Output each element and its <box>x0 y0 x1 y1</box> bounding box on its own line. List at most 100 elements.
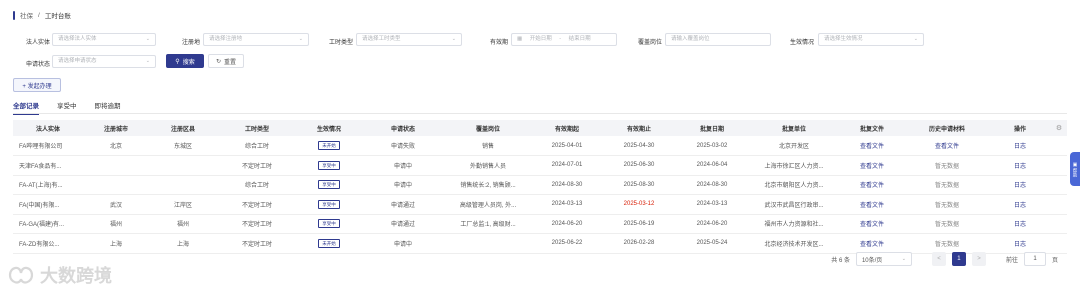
watermark-text: 大数跨境 <box>40 266 112 286</box>
approval-unit-value: 武汉市武昌区行政审... <box>764 202 824 209</box>
valid-to-value: 2025-03-12 <box>623 201 655 208</box>
work-type-value: 不定时工时 <box>241 163 272 170</box>
validity-date-range[interactable]: ▦ 开始日期 - 结束日期 <box>511 33 617 46</box>
col-actions: 操作 <box>1013 126 1026 133</box>
cell-approval-file[interactable]: 查看文件 <box>839 195 905 215</box>
col-valid-to: 有效期止 <box>626 126 651 133</box>
watermark: 大数跨境 <box>6 262 112 288</box>
actions-value[interactable]: 日志 <box>1014 222 1026 228</box>
approval-unit-value: 上海市徐汇区人力资... <box>764 163 824 170</box>
page-size-value: 10条/页 <box>861 257 883 264</box>
approval-file-value[interactable]: 查看文件 <box>860 144 884 150</box>
cell-district: 福州 <box>149 214 217 234</box>
col-approval-date: 批复日期 <box>699 126 724 133</box>
effective-status-label: 生效情况 <box>789 40 814 46</box>
position-input[interactable]: 请输入覆盖岗位 <box>665 33 771 46</box>
column-settings[interactable]: ⚙ <box>1051 120 1067 136</box>
cell-actions[interactable]: 日志 <box>989 175 1051 195</box>
chevron-down-icon: ⌄ <box>913 36 918 42</box>
cell-spacer <box>1051 195 1067 215</box>
cell-valid-to: 2025-03-12 <box>603 195 675 215</box>
legal-entity-value: FA-ZD有限公... <box>19 241 60 248</box>
actions-value[interactable]: 日志 <box>1014 164 1026 170</box>
search-button[interactable]: ⚲ 搜索 <box>166 54 204 68</box>
effective-status-value: 享受中 <box>318 199 340 209</box>
history-materials-value: 暂无数据 <box>934 163 959 170</box>
effective-status-value: 享受中 <box>318 180 340 190</box>
gear-icon[interactable]: ⚙ <box>1056 125 1062 132</box>
cell-actions[interactable]: 日志 <box>989 195 1051 215</box>
cell-valid-to: 2025-06-30 <box>603 156 675 176</box>
cell-approval-unit: 福州市人力资源和社... <box>749 214 839 234</box>
apply-status-value: 申请通过 <box>390 222 415 229</box>
cell-spacer <box>1051 156 1067 176</box>
apply-status-value: 申请失败 <box>390 144 415 150</box>
registered-place-select[interactable]: 请选择注册地 ⌄ <box>203 33 309 46</box>
position-value: 销售统长:2, 销售顾... <box>460 183 516 190</box>
goto-label: 前往 <box>1005 257 1018 264</box>
approval-unit-value: 北京开发区 <box>778 144 809 150</box>
approval-file-value[interactable]: 查看文件 <box>860 183 884 189</box>
position-value: 工厂总监:1, 高级财... <box>460 222 516 229</box>
col-valid-from: 有效期起 <box>554 126 579 133</box>
cell-work-type: 不定时工时 <box>217 234 297 254</box>
cell-approval-file[interactable]: 查看文件 <box>839 136 905 156</box>
valid-to-value: 2025-06-30 <box>623 162 655 169</box>
cell-approval-file[interactable]: 查看文件 <box>839 175 905 195</box>
new-application-button[interactable]: + 发起办理 <box>13 78 61 92</box>
breadcrumb-current: 工时台账 <box>44 13 71 20</box>
actions-value[interactable]: 日志 <box>1014 242 1026 248</box>
cell-history-materials: 暂无数据 <box>905 156 989 176</box>
approval-file-value[interactable]: 查看文件 <box>860 242 884 248</box>
approval-file-value[interactable]: 查看文件 <box>860 164 884 170</box>
valid-from-value: 2025-04-01 <box>551 142 583 149</box>
actions-value[interactable]: 日志 <box>1014 183 1026 189</box>
approval-file-value[interactable]: 查看文件 <box>860 222 884 228</box>
cell-approval-file[interactable]: 查看文件 <box>839 234 905 254</box>
breadcrumb-separator: / <box>38 11 40 19</box>
history-materials-value[interactable]: 查看文件 <box>935 144 959 150</box>
apply-status-select[interactable]: 请选择申请状态 ⌄ <box>52 55 156 68</box>
chevron-left-icon: < <box>937 256 941 262</box>
cell-actions[interactable]: 日志 <box>989 234 1051 254</box>
work-type-value: 综合工时 <box>244 183 269 190</box>
valid-to-value: 2025-08-30 <box>623 181 655 188</box>
cell-district <box>149 156 217 176</box>
table-row: FA-ZD有限公... 上海 上海 不定时工时 未开始 申请中 2025-06-22 2026… <box>13 234 1067 254</box>
cell-legal-entity: FA-GA(福建)有... <box>13 214 83 234</box>
cell-spacer <box>1051 234 1067 254</box>
reset-button-label: 重置 <box>224 59 237 66</box>
actions-value[interactable]: 日志 <box>1014 144 1026 150</box>
cell-legal-entity: 天津FA食品有... <box>13 156 83 176</box>
breadcrumb-root[interactable]: 社保 <box>20 10 33 20</box>
effective-status-placeholder: 请选择生效情况 <box>824 36 863 42</box>
reset-button[interactable]: ↻ 重置 <box>208 54 244 68</box>
valid-to-value: 2026-02-28 <box>623 240 655 247</box>
cell-approval-file[interactable]: 查看文件 <box>839 156 905 176</box>
next-page-button[interactable]: > <box>971 252 986 266</box>
cell-approval-file[interactable]: 查看文件 <box>839 214 905 234</box>
cell-actions[interactable]: 日志 <box>989 136 1051 156</box>
history-materials-value: 暂无数据 <box>934 241 959 248</box>
approval-file-value[interactable]: 查看文件 <box>860 203 884 209</box>
page-1-button[interactable]: 1 <box>951 252 966 266</box>
effective-status-select[interactable]: 请选择生效情况 ⌄ <box>818 33 924 46</box>
cell-approval-date: 2025-03-02 <box>675 136 749 156</box>
help-side-tab[interactable]: ▣ 帮助 <box>1070 152 1080 186</box>
actions-value[interactable]: 日志 <box>1014 203 1026 209</box>
approval-date-value: 2024-03-13 <box>696 201 728 208</box>
cell-history-materials[interactable]: 查看文件 <box>905 136 989 156</box>
cell-approval-date: 2024-06-20 <box>675 214 749 234</box>
cell-position: 工厂总监:1, 高级财... <box>445 214 531 234</box>
cell-city: 武汉 <box>83 195 149 215</box>
page-size-select[interactable]: 10条/页 ⌄ <box>855 252 912 266</box>
prev-page-button[interactable]: < <box>931 252 946 266</box>
cell-position <box>445 234 531 254</box>
cell-actions[interactable]: 日志 <box>989 214 1051 234</box>
goto-page-input[interactable]: 1 <box>1023 252 1046 266</box>
approval-unit-value: 福州市人力资源和社... <box>764 222 824 229</box>
cell-actions[interactable]: 日志 <box>989 156 1051 176</box>
cell-spacer <box>1051 136 1067 156</box>
legal-entity-select[interactable]: 请选择法人实体 ⌄ <box>52 33 156 46</box>
work-type-select[interactable]: 请选择工时类型 ⌄ <box>356 33 462 46</box>
